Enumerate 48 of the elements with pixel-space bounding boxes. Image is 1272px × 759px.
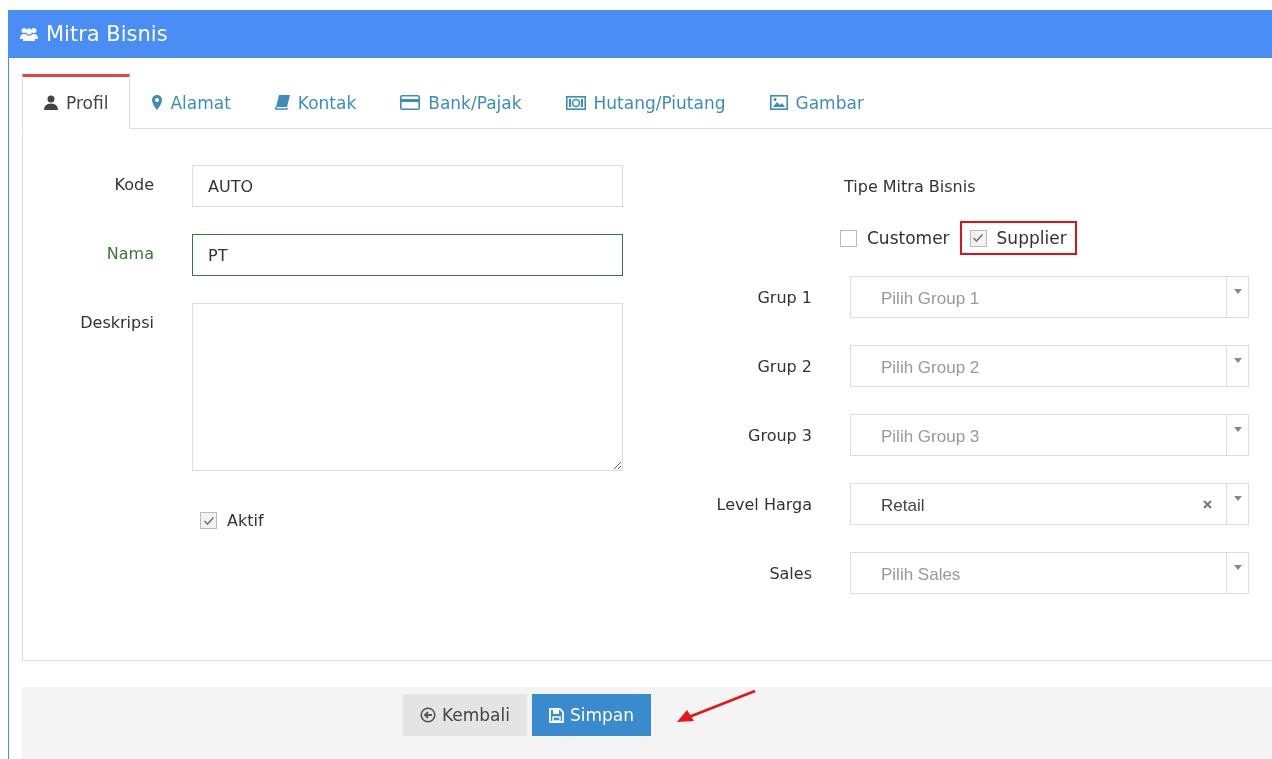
tab[interactable]: Gambar xyxy=(747,74,886,129)
map-pin-icon xyxy=(152,95,163,110)
save-icon xyxy=(549,707,564,723)
credit-card-icon xyxy=(400,95,421,110)
field-label: Level Harga xyxy=(715,494,812,514)
panel-title: Mitra Bisnis xyxy=(46,22,168,46)
checkbox-label: Aktif xyxy=(227,511,264,530)
field-label: Nama xyxy=(105,243,154,265)
users-icon xyxy=(20,27,38,41)
checkbox-label: Supplier xyxy=(996,228,1067,248)
caret-icon xyxy=(1233,427,1242,432)
select-field[interactable]: Pilih Group 2 xyxy=(850,345,1249,387)
image-icon xyxy=(769,95,788,110)
field-label: Grup 2 xyxy=(756,356,812,376)
checkbox-label: Customer xyxy=(867,228,950,248)
select-field[interactable]: Pilih Group 1 xyxy=(850,276,1249,318)
tab[interactable]: Bank/Pajak xyxy=(378,74,544,129)
tab[interactable]: Hutang/Piutang xyxy=(543,74,748,129)
field-label: Deskripsi xyxy=(79,312,154,334)
field-label: Group 3 xyxy=(747,425,812,445)
field-label: Grup 1 xyxy=(756,287,812,307)
select-field[interactable]: Pilih Sales xyxy=(850,552,1249,594)
select-field[interactable]: Pilih Group 3 xyxy=(850,414,1249,456)
caret-icon xyxy=(1233,565,1242,570)
user-icon xyxy=(44,95,58,110)
tab[interactable]: Kontak xyxy=(252,74,379,129)
textarea-field[interactable] xyxy=(192,303,623,471)
caret-icon xyxy=(1233,358,1242,363)
caret-icon xyxy=(1233,289,1242,294)
field-label: Sales xyxy=(768,563,812,583)
checkmark-icon xyxy=(972,233,985,243)
tab[interactable]: Profil xyxy=(22,74,131,129)
field-label: Kode xyxy=(113,174,154,196)
input-field[interactable]: AUTO xyxy=(192,165,623,207)
field-label: Tipe Mitra Bisnis xyxy=(844,177,977,196)
checkbox[interactable] xyxy=(969,229,987,247)
clear-icon[interactable] xyxy=(1203,499,1212,509)
checkbox[interactable] xyxy=(200,512,217,529)
book-icon xyxy=(274,95,290,110)
action-button[interactable]: Simpan xyxy=(532,694,652,736)
checkmark-icon xyxy=(202,515,215,526)
select-field[interactable]: Retail xyxy=(850,483,1249,525)
input-field[interactable]: PT xyxy=(192,234,623,276)
money-icon xyxy=(565,95,586,110)
caret-icon xyxy=(1233,496,1242,501)
tab[interactable]: Alamat xyxy=(130,74,253,129)
checkbox[interactable] xyxy=(840,229,857,247)
action-button[interactable]: Kembali xyxy=(403,694,527,736)
